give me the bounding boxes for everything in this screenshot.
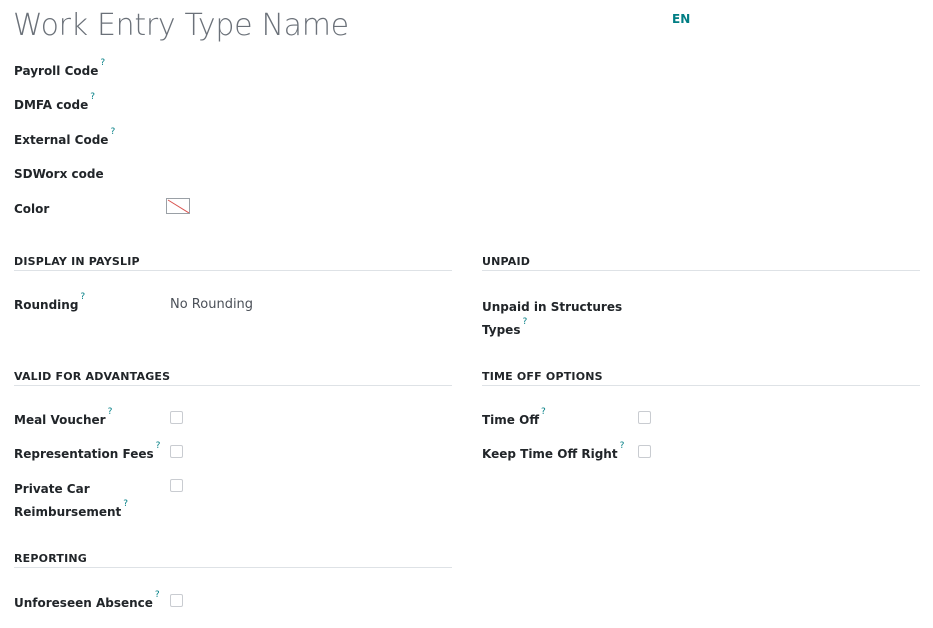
representation-fees-label: Representation Fees? — [14, 441, 160, 461]
time-off-checkbox[interactable] — [638, 411, 651, 424]
section-reporting: REPORTING — [14, 552, 88, 565]
representation-fees-checkbox[interactable] — [170, 445, 183, 458]
keep-time-off-right-label: Keep Time Off Right? — [482, 441, 624, 461]
help-icon[interactable]: ? — [123, 499, 128, 509]
section-unpaid: UNPAID — [482, 255, 531, 268]
unforeseen-absence-label: Unforeseen Absence? — [14, 590, 160, 610]
representation-fees-label-text: Representation Fees — [14, 447, 154, 461]
section-divider — [14, 385, 452, 386]
unforeseen-absence-label-text: Unforeseen Absence — [14, 596, 153, 610]
help-icon[interactable]: ? — [541, 407, 546, 417]
record-name-field[interactable]: Work Entry Type Name — [13, 8, 349, 43]
payroll-code-label: Payroll Code? — [14, 58, 105, 78]
help-icon[interactable]: ? — [156, 441, 161, 451]
help-icon[interactable]: ? — [110, 127, 115, 137]
section-valid-for-advantages: VALID FOR ADVANTAGES — [14, 370, 171, 383]
keep-time-off-right-checkbox[interactable] — [638, 445, 651, 458]
dmfa-code-label-text: DMFA code — [14, 98, 89, 112]
help-icon[interactable]: ? — [90, 92, 95, 102]
section-divider — [482, 270, 920, 271]
color-label-text: Color — [14, 202, 50, 216]
color-picker[interactable] — [166, 198, 190, 214]
rounding-select[interactable]: No Rounding — [170, 297, 253, 312]
dmfa-code-label: DMFA code? — [14, 92, 95, 112]
unpaid-structures-label-line1: Unpaid in Structures — [482, 300, 623, 314]
section-divider — [482, 385, 920, 386]
section-divider — [14, 567, 452, 568]
language-button[interactable]: EN — [672, 12, 690, 26]
external-code-label: External Code? — [14, 127, 115, 147]
external-code-label-text: External Code — [14, 133, 109, 147]
time-off-label: Time Off? — [482, 407, 546, 427]
section-time-off-options: TIME OFF OPTIONS — [482, 370, 603, 383]
no-color-icon — [167, 199, 189, 213]
help-icon[interactable]: ? — [100, 58, 105, 68]
sdworx-code-label: SDWorx code — [14, 167, 104, 181]
help-icon[interactable]: ? — [522, 317, 527, 327]
help-icon[interactable]: ? — [155, 590, 160, 600]
unpaid-structures-label-line2: Types — [482, 323, 521, 337]
help-icon[interactable]: ? — [80, 292, 85, 302]
rounding-label-text: Rounding — [14, 298, 79, 312]
help-icon[interactable]: ? — [108, 407, 113, 417]
keep-time-off-right-label-text: Keep Time Off Right — [482, 447, 618, 461]
section-divider — [14, 270, 452, 271]
private-car-label: Private Car Reimbursement? — [14, 479, 128, 522]
meal-voucher-checkbox[interactable] — [170, 411, 183, 424]
time-off-label-text: Time Off — [482, 413, 540, 427]
section-display-in-payslip: DISPLAY IN PAYSLIP — [14, 255, 140, 268]
private-car-label-line2: Reimbursement — [14, 505, 122, 519]
payroll-code-label-text: Payroll Code — [14, 64, 99, 78]
private-car-label-line1: Private Car — [14, 482, 90, 496]
unpaid-structures-label: Unpaid in Structures Types? — [482, 297, 622, 340]
meal-voucher-label: Meal Voucher? — [14, 407, 112, 427]
help-icon[interactable]: ? — [620, 441, 625, 451]
meal-voucher-label-text: Meal Voucher — [14, 413, 106, 427]
unforeseen-absence-checkbox[interactable] — [170, 594, 183, 607]
color-label: Color — [14, 202, 49, 216]
private-car-checkbox[interactable] — [170, 479, 183, 492]
rounding-label: Rounding? — [14, 292, 85, 312]
sdworx-code-label-text: SDWorx code — [14, 167, 104, 181]
